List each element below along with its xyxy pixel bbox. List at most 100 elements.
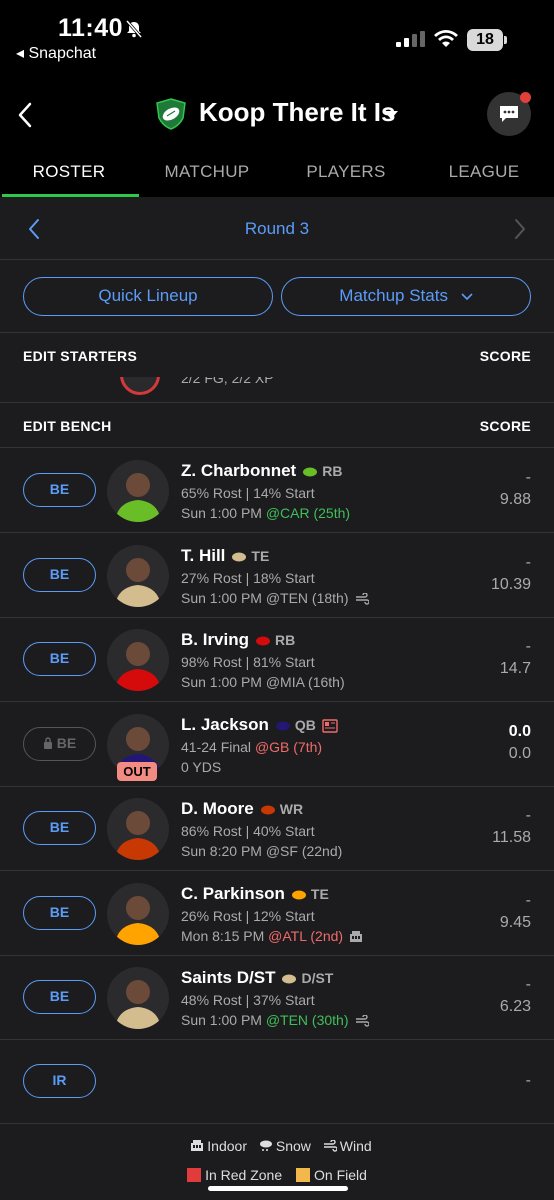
bench-header: EDIT BENCH SCORE xyxy=(0,404,554,448)
game-time: Sun 1:00 PM xyxy=(181,674,262,690)
player-name-line[interactable]: T. Hill TE xyxy=(181,546,269,566)
bench-slot-button[interactable]: BE xyxy=(23,473,96,507)
tab-players[interactable]: PLAYERS xyxy=(277,162,415,182)
ir-slot-button[interactable]: IR xyxy=(23,1064,96,1098)
player-headshot-icon xyxy=(115,642,161,691)
notification-dot xyxy=(520,92,531,103)
team-logo-icon xyxy=(260,805,275,815)
status-bar: 11:40 ◂ Snapchat 18 xyxy=(0,0,554,70)
quick-lineup-button[interactable]: Quick Lineup xyxy=(23,277,273,316)
team-name[interactable]: Koop There It Is xyxy=(199,97,395,128)
news-icon[interactable] xyxy=(322,718,338,733)
starter-stat-line: 2/2 FG, 2/2 XP xyxy=(181,377,274,386)
player-position: TE xyxy=(251,548,270,564)
player-position: RB xyxy=(322,463,343,479)
player-position: TE xyxy=(310,886,329,902)
slot-label: BE xyxy=(49,650,70,666)
player-info-line: 26% Rost | 12% Start xyxy=(181,908,315,924)
edit-bench-link[interactable]: EDIT BENCH xyxy=(23,418,112,434)
starters-header: EDIT STARTERS SCORE xyxy=(0,334,554,378)
tab-league[interactable]: LEAGUE xyxy=(415,162,553,182)
player-game-line: Sun 8:20 PM @SF (22nd) xyxy=(181,843,342,859)
player-name-line[interactable]: L. Jackson QB xyxy=(181,715,338,735)
avatar[interactable] xyxy=(107,545,169,607)
matchup-stats-label: Matchup Stats xyxy=(339,286,448,305)
player-name-line[interactable]: B. Irving RB xyxy=(181,630,295,650)
team-logo-icon xyxy=(256,636,271,646)
player-headshot-icon xyxy=(115,896,161,945)
indoor-icon xyxy=(191,1140,204,1151)
player-name-line[interactable]: C. Parkinson TE xyxy=(181,884,329,904)
avatar[interactable] xyxy=(107,629,169,691)
player-game-line: Sun 1:00 PM @TEN (18th) xyxy=(181,590,369,606)
team-logo-icon xyxy=(303,467,318,477)
tab-roster[interactable]: ROSTER xyxy=(0,162,138,182)
ir-score: - xyxy=(525,1072,531,1089)
slot-label: BE xyxy=(56,735,77,751)
player-name: Z. Charbonnet xyxy=(181,461,297,480)
clock: 11:40 xyxy=(58,14,124,42)
team-shield-logo-icon xyxy=(156,98,186,130)
roster-start-pct: 65% Rost | 14% Start xyxy=(181,485,315,501)
player-row[interactable]: BE D. Moore WR 86% Rost | 40% Start Sun 8… xyxy=(0,787,554,871)
player-row[interactable]: BE B. Irving RB 98% Rost | 81% Start Sun … xyxy=(0,618,554,702)
player-row[interactable]: BE Z. Charbonnet RB 65% Rost | 14% Start … xyxy=(0,449,554,533)
next-round-icon[interactable] xyxy=(512,217,528,241)
player-game-line: 0 YDS xyxy=(181,759,221,775)
player-name-line[interactable]: Saints D/ST D/ST xyxy=(181,968,333,988)
avatar[interactable] xyxy=(107,883,169,945)
projected-score: - xyxy=(525,892,531,909)
lock-icon xyxy=(43,737,52,749)
player-row[interactable]: BE OUT L. Jackson QB 41-24 Final @GB (7th… xyxy=(0,703,554,787)
player-name: D. Moore xyxy=(181,799,254,818)
slot-label: BE xyxy=(49,988,70,1004)
player-name: C. Parkinson xyxy=(181,884,285,903)
game-time: Mon 8:15 PM xyxy=(181,928,265,944)
indoor-icon xyxy=(350,931,363,943)
bench-slot-button[interactable]: BE xyxy=(23,896,96,930)
player-info-line: 27% Rost | 18% Start xyxy=(181,570,315,586)
back-to-app-link[interactable]: ◂ Snapchat xyxy=(16,43,96,63)
roster-start-pct: 86% Rost | 40% Start xyxy=(181,823,315,839)
red-zone-label: In Red Zone xyxy=(205,1167,283,1183)
player-name: L. Jackson xyxy=(181,715,269,734)
player-headshot-icon xyxy=(115,811,161,860)
score-column-header: SCORE xyxy=(479,348,531,364)
avatar[interactable] xyxy=(107,798,169,860)
bench-slot-button[interactable]: BE xyxy=(23,642,96,676)
weather-legend: Indoor Snow Wind xyxy=(0,1138,554,1154)
player-name: B. Irving xyxy=(181,630,250,649)
player-score: 0.0 xyxy=(508,745,531,762)
bench-slot-button[interactable]: BE xyxy=(23,558,96,592)
player-score: 14.7 xyxy=(499,660,531,677)
player-info-line: 41-24 Final @GB (7th) xyxy=(181,739,322,755)
on-field-label: On Field xyxy=(314,1167,367,1183)
game-time: Sun 1:00 PM xyxy=(181,1012,262,1028)
matchup-stats-button[interactable]: Matchup Stats xyxy=(281,277,531,316)
wind-icon xyxy=(355,593,369,605)
round-selector: Round 3 xyxy=(0,197,554,260)
edit-starters-link[interactable]: EDIT STARTERS xyxy=(23,348,137,364)
player-name-line[interactable]: Z. Charbonnet RB xyxy=(181,461,342,481)
player-row[interactable]: BE C. Parkinson TE 26% Rost | 12% Start M… xyxy=(0,872,554,956)
chevron-down-icon[interactable] xyxy=(383,110,399,120)
back-chevron-icon[interactable] xyxy=(14,98,36,132)
player-row[interactable]: BE T. Hill TE 27% Rost | 18% Start Sun 1:… xyxy=(0,534,554,618)
bench-slot-button[interactable]: BE xyxy=(23,980,96,1014)
bench-slot-button[interactable]: BE xyxy=(23,811,96,845)
tab-matchup[interactable]: MATCHUP xyxy=(138,162,276,182)
avatar[interactable] xyxy=(107,460,169,522)
snow-label: Snow xyxy=(275,1138,311,1154)
opponent: @ATL (2nd) xyxy=(268,928,344,944)
roster-start-pct: 48% Rost | 37% Start xyxy=(181,992,315,1008)
home-indicator[interactable] xyxy=(208,1186,348,1191)
player-info-line: 98% Rost | 81% Start xyxy=(181,654,315,670)
player-name-line[interactable]: D. Moore WR xyxy=(181,799,303,819)
opponent: @MIA (16th) xyxy=(265,674,345,690)
round-label: Round 3 xyxy=(244,219,310,238)
wind-icon xyxy=(355,1015,369,1027)
team-logo-icon xyxy=(291,890,306,900)
avatar[interactable] xyxy=(107,967,169,1029)
chat-bubble-icon xyxy=(500,106,518,122)
player-row[interactable]: BE Saints D/ST D/ST 48% Rost | 37% Start … xyxy=(0,956,554,1040)
